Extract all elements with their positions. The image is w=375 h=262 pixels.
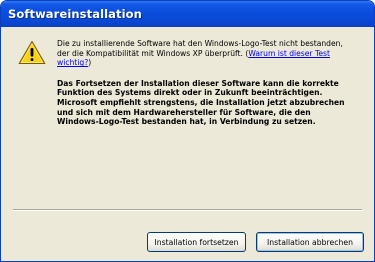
- note-line-2-text: der die Kompatibilität mit Windows XP üb…: [57, 48, 249, 58]
- abort-installation-button[interactable]: Installation abbrechen: [256, 232, 364, 252]
- warning-line: und sich mit dem Hardwarehersteller für …: [57, 107, 311, 117]
- message-area: Die zu installierende Software hat den W…: [57, 39, 362, 127]
- divider: [13, 209, 362, 211]
- why-test-important-link[interactable]: Warum ist dieser Test: [248, 49, 330, 58]
- continue-installation-button[interactable]: Installation fortsetzen: [147, 232, 246, 252]
- compatibility-note: Die zu installierende Software hat den W…: [57, 39, 362, 68]
- warning-line: Windows-Logo-Test bestanden hat, in Verb…: [57, 117, 316, 127]
- dialog-content: Die zu installierende Software hat den W…: [4, 27, 371, 258]
- why-test-important-link-cont[interactable]: wichtig?: [57, 58, 88, 67]
- warning-line: Microsoft empfiehlt strengstens, die Ins…: [57, 97, 345, 107]
- dialog-window: Softwareinstallation Die zu installieren…: [0, 0, 375, 262]
- warning-line: Das Fortsetzen der Installation dieser S…: [57, 78, 339, 88]
- warning-line: Funktion des Systems direkt oder in Zuku…: [57, 88, 323, 98]
- title-bar[interactable]: Softwareinstallation: [1, 1, 374, 27]
- main-warning-text: Das Fortsetzen der Installation dieser S…: [57, 79, 362, 127]
- note-line-1: Die zu installierende Software hat den W…: [57, 39, 343, 48]
- note-line-3: wichtig?): [57, 58, 362, 68]
- note-suffix: ): [88, 58, 92, 68]
- window-title: Softwareinstallation: [8, 7, 142, 21]
- note-line-2: der die Kompatibilität mit Windows XP üb…: [57, 49, 362, 59]
- warning-icon: [18, 40, 46, 65]
